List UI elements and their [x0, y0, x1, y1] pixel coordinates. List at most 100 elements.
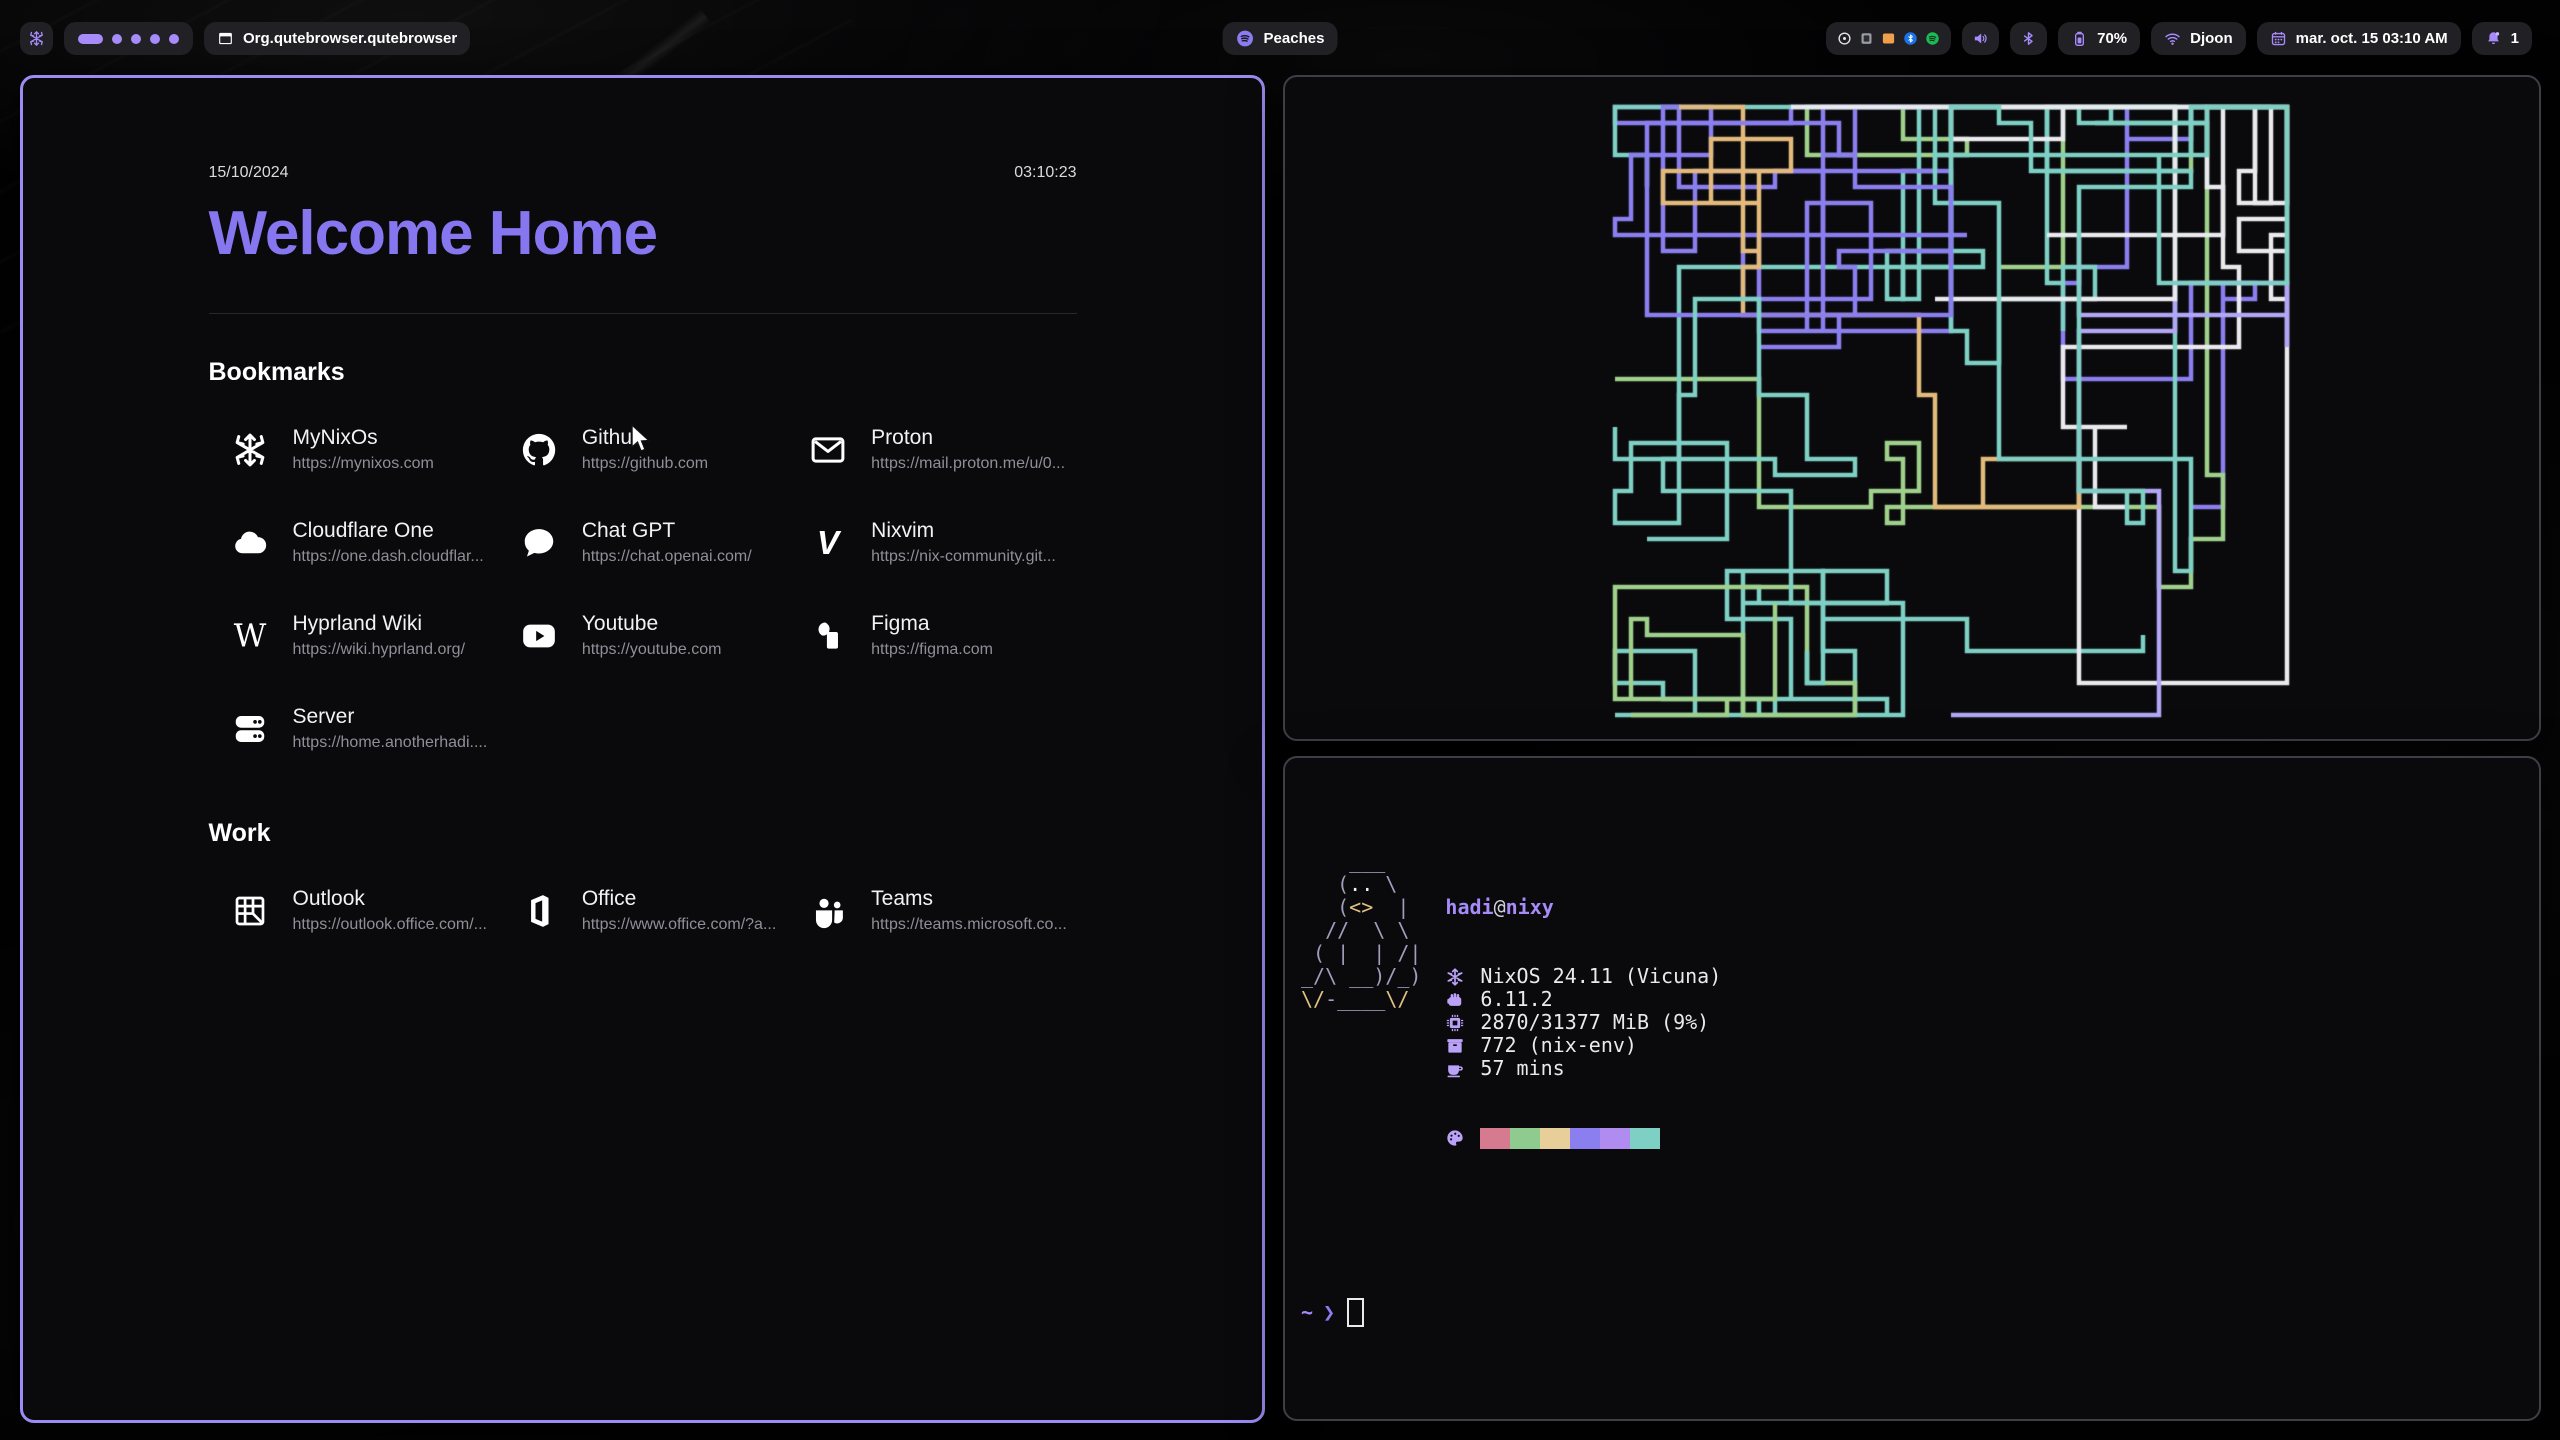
music-disc-icon	[1236, 29, 1255, 48]
speaker-icon	[1972, 30, 1989, 47]
workspaces[interactable]	[64, 22, 193, 55]
network-ssid: Djoon	[2190, 30, 2233, 47]
tray-spotify-icon[interactable]	[1925, 31, 1940, 46]
bookmark-url: https://teams.microsoft.co...	[871, 916, 1067, 934]
battery-pill[interactable]: 70%	[2058, 22, 2140, 55]
shell-prompt[interactable]: ~ ❯	[1301, 1298, 2539, 1327]
prompt-cwd: ~	[1301, 1301, 1313, 1324]
top-bar: Org.qutebrowser.qutebrowser Peaches 70% …	[0, 0, 2560, 74]
palette-line	[1445, 1126, 1721, 1149]
bookmark-grid: MyNixOshttps://mynixos.comGithubhttps://…	[209, 403, 1077, 775]
workspace-dot[interactable]	[169, 34, 179, 44]
fastfetch-line: 57 mins	[1445, 1057, 1721, 1080]
notifications-pill[interactable]: 1	[2472, 22, 2532, 55]
bookmark-url: https://mynixos.com	[293, 455, 434, 473]
pipes-terminal-window[interactable]	[1283, 75, 2541, 741]
chat-icon	[518, 522, 560, 564]
nix-logo-icon	[28, 30, 45, 47]
bell-icon	[2485, 30, 2502, 47]
bookmark-grid: Outlookhttps://outlook.office.com/...Off…	[209, 864, 1077, 957]
bookmark-name: Figma	[871, 612, 993, 636]
page-title: Welcome Home	[209, 198, 1077, 269]
browser-window[interactable]: 15/10/2024 03:10:23 Welcome Home Bookmar…	[20, 75, 1265, 1423]
fastfetch-value: 6.11.2	[1480, 988, 1552, 1011]
server-icon	[229, 708, 271, 750]
terminal-window[interactable]: ___ (.. \ (<> | // \ \ ( | | /| _/\ __)/…	[1283, 756, 2541, 1421]
workspace-dot[interactable]	[131, 34, 141, 44]
mail-icon	[807, 429, 849, 471]
tray-orange-icon[interactable]	[1881, 31, 1896, 46]
bookmark-item[interactable]: Protonhttps://mail.proton.me/u/0...	[787, 403, 1076, 496]
bookmark-item[interactable]: WHyprland Wikihttps://wiki.hyprland.org/	[209, 589, 498, 682]
ff-package-icon	[1445, 1036, 1465, 1056]
bookmark-name: Chat GPT	[582, 519, 752, 543]
bookmark-item[interactable]: Cloudflare One https://one.dash.cloudflar…	[209, 496, 498, 589]
battery-percent: 70%	[2097, 30, 2127, 47]
bookmark-url: https://home.anotherhadi....	[293, 734, 488, 752]
fastfetch-info: hadi@nixy NixOS 24.11 (Vicuna)6.11.22870…	[1445, 850, 1721, 1195]
battery-icon	[2071, 30, 2088, 47]
bookmark-name: Server	[293, 705, 488, 729]
music-pill[interactable]: Peaches	[1223, 22, 1338, 55]
bookmark-item[interactable]: Officehttps://www.office.com/?a...	[498, 864, 787, 957]
bookmark-item[interactable]: MyNixOshttps://mynixos.com	[209, 403, 498, 496]
bookmark-item[interactable]: Githubhttps://github.com	[498, 403, 787, 496]
workspace-active[interactable]	[78, 34, 103, 44]
prompt-arrow: ❯	[1323, 1301, 1335, 1324]
window-title-pill[interactable]: Org.qutebrowser.qutebrowser	[204, 22, 470, 55]
office-icon	[518, 890, 560, 932]
system-tray	[1826, 22, 1951, 55]
clock-label: mar. oct. 15 03:10 AM	[2296, 30, 2448, 47]
fastfetch-value: 57 mins	[1480, 1057, 1564, 1080]
bookmark-item[interactable]: Server https://home.anotherhadi....	[209, 682, 498, 775]
bluetooth-icon	[2020, 30, 2037, 47]
launcher-button[interactable]	[20, 22, 53, 55]
tray-keepass-icon[interactable]	[1859, 31, 1874, 46]
workspace-dot[interactable]	[112, 34, 122, 44]
svg-text:V: V	[817, 525, 842, 562]
wifi-icon	[2164, 30, 2181, 47]
cloud-icon	[229, 522, 271, 564]
network-pill[interactable]: Djoon	[2151, 22, 2246, 55]
bookmark-name: Nixvim	[871, 519, 1056, 543]
bookmark-item[interactable]: Teamshttps://teams.microsoft.co...	[787, 864, 1076, 957]
bookmark-url: https://figma.com	[871, 641, 993, 659]
bookmark-url: https://youtube.com	[582, 641, 722, 659]
bookmark-url: https://chat.openai.com/	[582, 548, 752, 566]
section-heading: Work	[209, 819, 1077, 848]
workspace-dot[interactable]	[150, 34, 160, 44]
palette-icon	[1445, 1128, 1465, 1148]
nixos-icon	[229, 429, 271, 471]
figma-icon	[807, 615, 849, 657]
bookmark-url: https://outlook.office.com/...	[293, 916, 487, 934]
bookmark-name: Cloudflare One	[293, 519, 484, 543]
bookmark-name: Hyprland Wiki	[293, 612, 466, 636]
palette-swatch	[1540, 1128, 1570, 1149]
bookmark-item[interactable]: VNixvimhttps://nix-community.git...	[787, 496, 1076, 589]
bookmark-sections: Bookmarks MyNixOshttps://mynixos.comGith…	[209, 358, 1077, 957]
volume-pill[interactable]	[1962, 22, 1999, 55]
palette-swatch	[1510, 1128, 1540, 1149]
tray-disc-icon[interactable]	[1837, 31, 1852, 46]
fastfetch-user-host: hadi@nixy	[1445, 896, 1721, 919]
window-title: Org.qutebrowser.qutebrowser	[243, 30, 457, 47]
bookmark-url: https://wiki.hyprland.org/	[293, 641, 466, 659]
bookmark-item[interactable]: Youtube https://youtube.com	[498, 589, 787, 682]
fastfetch-value: 2870/31377 MiB (9%)	[1480, 1011, 1709, 1034]
palette-swatch	[1630, 1128, 1660, 1149]
bookmark-item[interactable]: Outlookhttps://outlook.office.com/...	[209, 864, 498, 957]
ff-uptime-icon	[1445, 1059, 1465, 1079]
fastfetch-user: hadi	[1445, 896, 1493, 919]
fastfetch-line: 772 (nix-env)	[1445, 1034, 1721, 1057]
bluetooth-pill[interactable]	[2010, 22, 2047, 55]
clock-pill[interactable]: mar. oct. 15 03:10 AM	[2257, 22, 2461, 55]
bookmark-item[interactable]: Figma https://figma.com	[787, 589, 1076, 682]
tray-bluetooth-icon[interactable]	[1903, 31, 1918, 46]
bookmark-item[interactable]: Chat GPT https://chat.openai.com/	[498, 496, 787, 589]
calendar-icon	[2270, 30, 2287, 47]
ff-kernel-icon	[1445, 990, 1465, 1010]
palette-swatch	[1480, 1128, 1510, 1149]
bookmark-url: https://one.dash.cloudflar...	[293, 548, 484, 566]
bookmark-name: Youtube	[582, 612, 722, 636]
color-palette-swatches	[1480, 1128, 1660, 1149]
